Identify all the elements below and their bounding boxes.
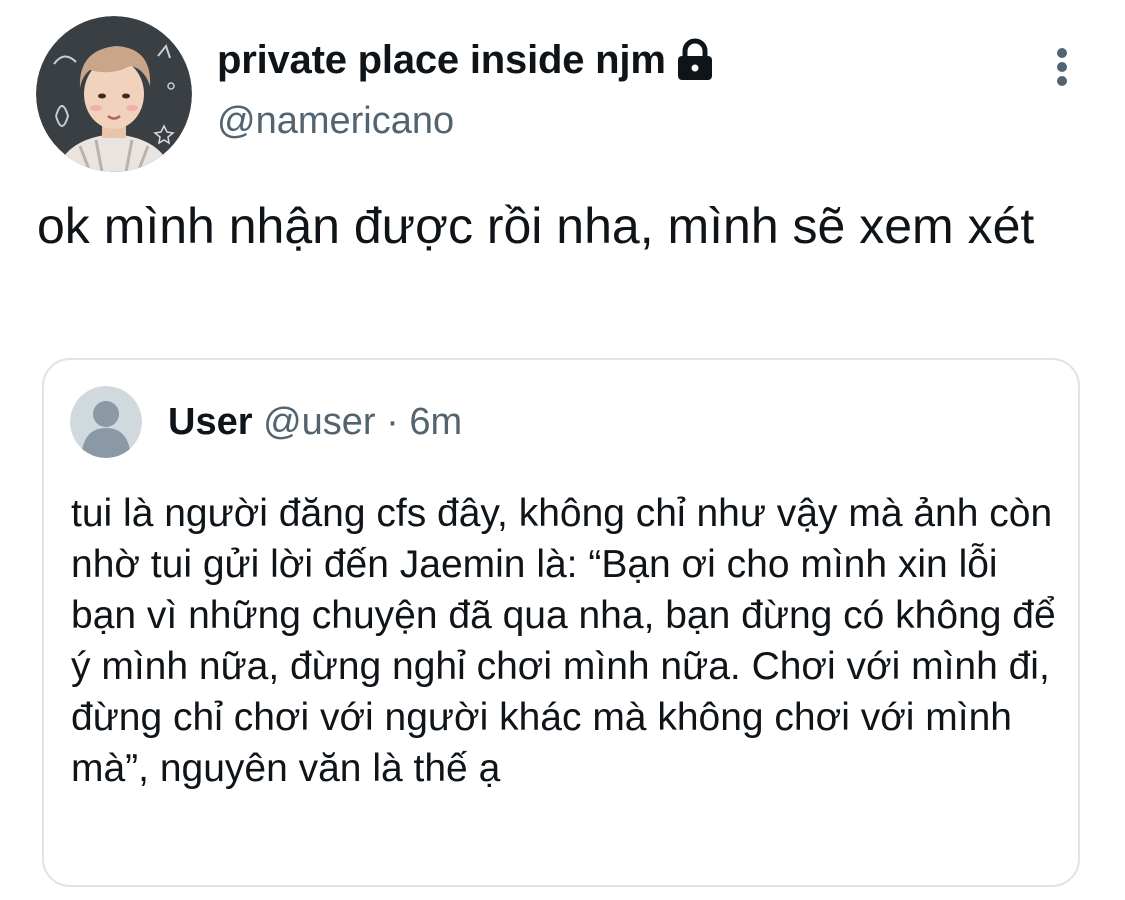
quoted-time[interactable]: 6m — [409, 401, 462, 443]
more-options-icon[interactable] — [1048, 46, 1076, 88]
author-display-name[interactable]: private place inside njm — [217, 38, 666, 83]
quoted-avatar[interactable] — [70, 386, 142, 458]
lock-icon — [676, 38, 714, 82]
quoted-handle[interactable]: @user — [263, 401, 376, 443]
author-avatar[interactable] — [36, 16, 192, 172]
quoted-tweet-card[interactable]: User @user · 6m tui là người đăng cfs đâ… — [42, 358, 1080, 887]
tweet-text: ok mình nhận được rồi nha, mình sẽ xem x… — [37, 198, 1035, 254]
quoted-text: tui là người đăng cfs đây, không chỉ như… — [71, 492, 1056, 790]
author-handle[interactable]: @namericano — [217, 100, 454, 143]
quoted-header: User @user · 6m — [168, 398, 462, 446]
tweet-detail: private place inside njm @namericano ok … — [0, 0, 1125, 900]
author-name-row[interactable]: private place inside njm — [217, 34, 714, 86]
quoted-separator: · — [386, 401, 399, 443]
quoted-display-name[interactable]: User — [168, 401, 253, 443]
profile-photo — [36, 16, 192, 172]
default-user-icon — [70, 386, 142, 458]
